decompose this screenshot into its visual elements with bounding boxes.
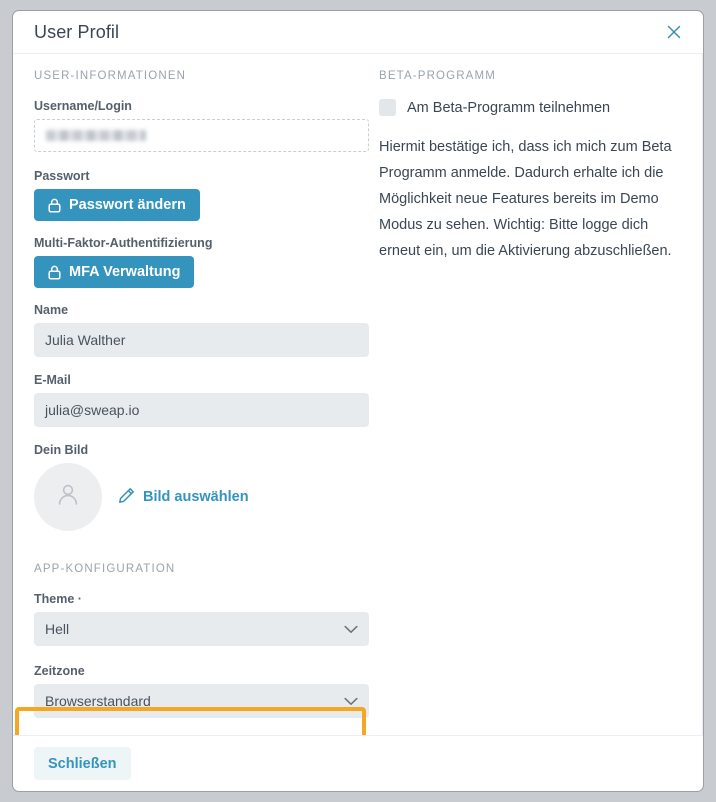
mfa-management-label: MFA Verwaltung xyxy=(69,264,181,280)
dialog-footer: Schließen xyxy=(13,735,703,791)
name-label: Name xyxy=(34,303,69,317)
chevron-down-icon xyxy=(344,693,358,709)
user-profile-dialog: User Profil USER-INFORMATIONEN Username/… xyxy=(12,10,704,792)
profile-picture-row: Bild auswählen xyxy=(34,463,369,531)
close-icon xyxy=(667,25,681,39)
choose-picture-button[interactable]: Bild auswählen xyxy=(118,487,249,508)
name-input[interactable]: Julia Walther xyxy=(34,323,369,357)
choose-picture-label: Bild auswählen xyxy=(143,489,249,505)
beta-participation-label: Am Beta-Programm teilnehmen xyxy=(407,99,611,116)
page-title: User Profil xyxy=(34,21,120,42)
beta-participation-row: Am Beta-Programm teilnehmen xyxy=(379,99,681,116)
dialog-header: User Profil xyxy=(13,11,703,54)
beta-program-description: Hiermit bestätige ich, dass ich mich zum… xyxy=(379,139,672,259)
beta-program-section-title: BETA-PROGRAMM xyxy=(379,70,496,82)
lock-icon xyxy=(48,265,61,280)
mfa-management-button[interactable]: MFA Verwaltung xyxy=(34,256,195,288)
timezone-group: Zeitzone Browserstandard xyxy=(34,664,369,718)
pencil-icon xyxy=(118,487,135,508)
avatar[interactable] xyxy=(34,463,102,531)
timezone-label: Zeitzone xyxy=(34,664,85,678)
mfa-label: Multi-Faktor-Authentifizierung xyxy=(34,236,213,250)
user-information-section-title: USER-INFORMATIONEN xyxy=(34,70,187,82)
chevron-down-icon xyxy=(344,621,358,637)
theme-select[interactable]: Hell xyxy=(34,612,369,646)
theme-label: Theme · xyxy=(34,592,82,606)
screen-background: User Profil USER-INFORMATIONEN Username/… xyxy=(0,0,716,802)
dialog-body: USER-INFORMATIONEN Username/Login Passwo… xyxy=(13,54,703,735)
user-information-column: USER-INFORMATIONEN Username/Login Passwo… xyxy=(13,70,369,735)
beta-program-column: BETA-PROGRAMM Am Beta-Programm teilnehme… xyxy=(369,54,703,735)
beta-participation-checkbox[interactable] xyxy=(379,99,396,116)
person-icon xyxy=(56,482,80,513)
username-label: Username/Login xyxy=(34,99,132,113)
email-input[interactable]: julia@sweap.io xyxy=(34,393,369,427)
profile-picture-label: Dein Bild xyxy=(34,443,89,457)
lock-icon xyxy=(48,198,61,213)
timezone-value: Browserstandard xyxy=(45,693,151,709)
password-label: Passwort xyxy=(34,169,90,183)
change-password-label: Passwort ändern xyxy=(69,197,186,213)
change-password-button[interactable]: Passwort ändern xyxy=(34,189,200,221)
theme-value: Hell xyxy=(45,621,70,637)
timezone-select[interactable]: Browserstandard xyxy=(34,684,369,718)
redacted-value xyxy=(46,130,146,141)
app-configuration-section-title: APP-KONFIGURATION xyxy=(34,563,176,575)
close-button[interactable] xyxy=(661,19,687,45)
email-label: E-Mail xyxy=(34,373,71,387)
username-input[interactable] xyxy=(34,119,369,152)
close-dialog-button[interactable]: Schließen xyxy=(34,747,131,780)
